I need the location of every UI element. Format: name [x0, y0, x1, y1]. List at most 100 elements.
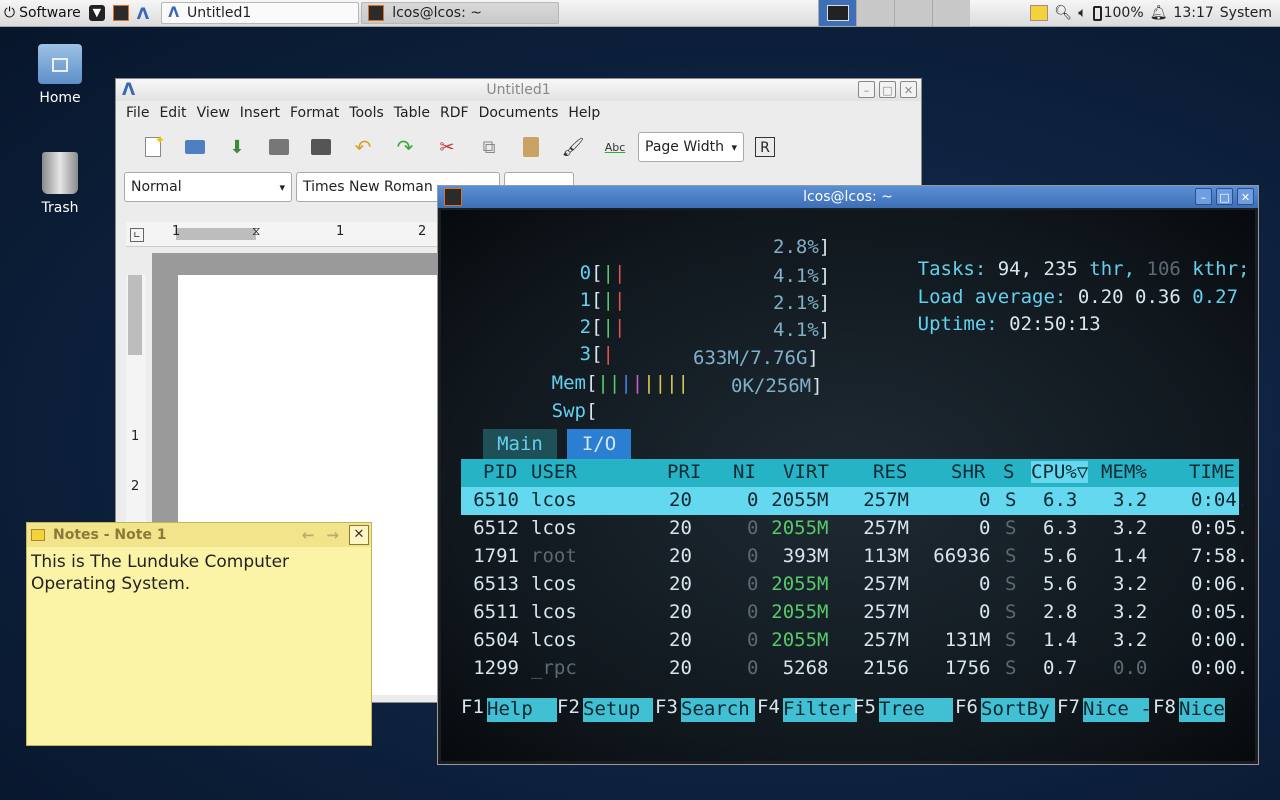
menu-edit[interactable]: Edit: [155, 105, 190, 121]
column-state[interactable]: S: [1003, 461, 1014, 483]
zoom-select[interactable]: Page Width ▾: [638, 132, 744, 162]
system-menu-button[interactable]: System: [1220, 5, 1272, 21]
menu-rdf[interactable]: RDF: [436, 105, 473, 121]
close-button[interactable]: ✕: [1237, 188, 1254, 205]
arrow-left-icon[interactable]: ←: [302, 526, 315, 544]
menu-documents[interactable]: Documents: [475, 105, 563, 121]
maximize-button[interactable]: □: [879, 81, 896, 98]
menu-insert[interactable]: Insert: [236, 105, 284, 121]
tab-main[interactable]: Main: [483, 429, 557, 459]
htop-screen[interactable]: 0[|| 2.8%] 1[|| 4.1%] 2[|| 2.1%] 3[| 4.1…: [441, 210, 1255, 761]
fkey-action-filter[interactable]: Filter: [783, 698, 857, 722]
workspace-1[interactable]: [818, 0, 857, 26]
column-virt[interactable]: VIRT: [783, 461, 829, 483]
clock[interactable]: 13:17: [1173, 5, 1213, 21]
print-preview-button[interactable]: [258, 132, 300, 162]
table-row-selected[interactable]: 6510 lcos 20 0 2055M 257M 0 S 6.3 3.2 0:04.: [461, 487, 1248, 515]
terminal-titlebar[interactable]: lcos@lcos: ~ – □ ✕: [438, 186, 1258, 208]
menu-format[interactable]: Format: [286, 105, 343, 121]
new-document-button[interactable]: ✦: [132, 132, 174, 162]
spellcheck-button[interactable]: Abc: [594, 132, 636, 162]
notes-titlebar[interactable]: Notes - Note 1 ← → ✕: [27, 523, 371, 547]
style-select[interactable]: Normal ▾: [124, 172, 292, 202]
close-icon[interactable]: ✕: [349, 525, 369, 545]
rdf-button[interactable]: R: [744, 132, 786, 162]
desktop-icon-home[interactable]: Home: [20, 44, 100, 106]
table-row[interactable]: 6512 lcos 20 0 2055M 257M 0 S 6.3 3.2 0:05.: [461, 515, 1248, 543]
desktop-icon-trash[interactable]: Trash: [20, 152, 100, 216]
cell-s: S: [1005, 601, 1017, 623]
fkey-action-help[interactable]: Help: [487, 698, 557, 722]
table-row[interactable]: 1791 root 20 0 393M 113M 66936 S 5.6 1.4 7:58.: [461, 543, 1248, 571]
workspace-4[interactable]: [932, 0, 971, 26]
column-ni[interactable]: NI: [733, 461, 756, 483]
menu-help[interactable]: Help: [564, 105, 604, 121]
ruler-label: 2: [131, 479, 140, 494]
ruler-label: 1: [172, 224, 181, 239]
note-body[interactable]: This is The Lunduke Computer Operating S…: [27, 547, 325, 599]
column-mem[interactable]: MEM%: [1101, 461, 1147, 483]
software-menu-button[interactable]: ⏻ Software: [0, 1, 85, 25]
arrow-right-icon[interactable]: →: [326, 526, 339, 544]
menu-table[interactable]: Table: [390, 105, 434, 121]
launcher-abiword[interactable]: Λ: [133, 1, 153, 25]
tab-io[interactable]: I/O: [567, 429, 631, 459]
launcher-crt-terminal[interactable]: [109, 1, 133, 25]
cell-time: 0:05.: [1191, 601, 1249, 623]
menu-tools[interactable]: Tools: [345, 105, 388, 121]
search-icon[interactable]: 🔍︎: [1054, 5, 1072, 21]
save-button[interactable]: ⬇: [216, 132, 258, 162]
cell-time: 0:05.: [1191, 517, 1249, 539]
print-button[interactable]: [300, 132, 342, 162]
workspace-3[interactable]: [894, 0, 933, 26]
column-pid[interactable]: PID: [483, 461, 517, 483]
minimize-button[interactable]: –: [1195, 188, 1212, 205]
notes-icon[interactable]: [1030, 5, 1049, 21]
fkey-action-tree[interactable]: Tree: [879, 698, 953, 722]
taskbar-item-terminal[interactable]: lcos@lcos: ~: [361, 2, 560, 24]
table-row[interactable]: 6513 lcos 20 0 2055M 257M 0 S 5.6 3.2 0:06.: [461, 571, 1248, 599]
cell-res: 257M: [863, 489, 909, 511]
fkey-action-setup[interactable]: Setup: [583, 698, 653, 722]
maximize-button[interactable]: □: [1216, 188, 1233, 205]
close-button[interactable]: ✕: [900, 81, 917, 98]
fkey-action-nice[interactable]: Nice: [1179, 698, 1225, 722]
minimize-button[interactable]: –: [858, 81, 875, 98]
fkey-action-nice[interactable]: Nice -: [1083, 698, 1152, 722]
volume-icon[interactable]: 🔈︎: [1078, 5, 1086, 21]
taskbar-item-label: Untitled1: [187, 5, 252, 21]
column-time[interactable]: TIME: [1189, 461, 1235, 483]
menu-view[interactable]: View: [193, 105, 234, 121]
battery-icon[interactable]: 100%: [1092, 5, 1144, 21]
fkey-action-sortby[interactable]: SortBy: [981, 698, 1055, 722]
abiword-titlebar[interactable]: Λ Untitled1 – □ ✕: [116, 79, 921, 101]
bell-icon[interactable]: 🔔︎: [1150, 5, 1168, 21]
redo-button[interactable]: ↷: [384, 132, 426, 162]
format-painter-button[interactable]: 🖌︎: [552, 132, 594, 162]
cell-virt: 5268: [782, 657, 829, 679]
cut-button[interactable]: ✂: [426, 132, 468, 162]
font-value: Times New Roman: [303, 179, 433, 195]
copy-button[interactable]: ⧉: [468, 132, 510, 162]
cell-mem: 1.4: [1113, 545, 1148, 567]
indent-marker-icon[interactable]: ⧖: [252, 224, 260, 239]
paste-button[interactable]: [510, 132, 552, 162]
menu-file[interactable]: File: [122, 105, 153, 121]
taskbar-item-untitled1[interactable]: Λ Untitled1: [161, 2, 360, 24]
column-shr[interactable]: SHR: [951, 461, 985, 483]
battery-percent: 100%: [1103, 5, 1144, 21]
column-user[interactable]: USER: [531, 461, 577, 483]
column-pri[interactable]: PRI: [667, 461, 701, 483]
launcher-browser[interactable]: ▼: [85, 1, 109, 25]
table-row[interactable]: 1299 _rpc 20 0 5268 2156 1756 S 0.7 0.0 0:00.: [461, 655, 1248, 683]
fkey-action-search[interactable]: Search: [681, 698, 755, 722]
cell-s: S: [1005, 573, 1017, 595]
undo-button[interactable]: ↶: [342, 132, 384, 162]
column-cpu[interactable]: CPU%▽: [1031, 461, 1089, 483]
open-button[interactable]: [174, 132, 216, 162]
column-res[interactable]: RES: [873, 461, 907, 483]
table-row[interactable]: 6511 lcos 20 0 2055M 257M 0 S 2.8 3.2 0:05.: [461, 599, 1248, 627]
workspace-2[interactable]: [856, 0, 895, 26]
tab-stop-icon[interactable]: ∟: [130, 228, 144, 242]
table-row[interactable]: 6504 lcos 20 0 2055M 257M 131M S 1.4 3.2 0:00.: [461, 627, 1248, 655]
